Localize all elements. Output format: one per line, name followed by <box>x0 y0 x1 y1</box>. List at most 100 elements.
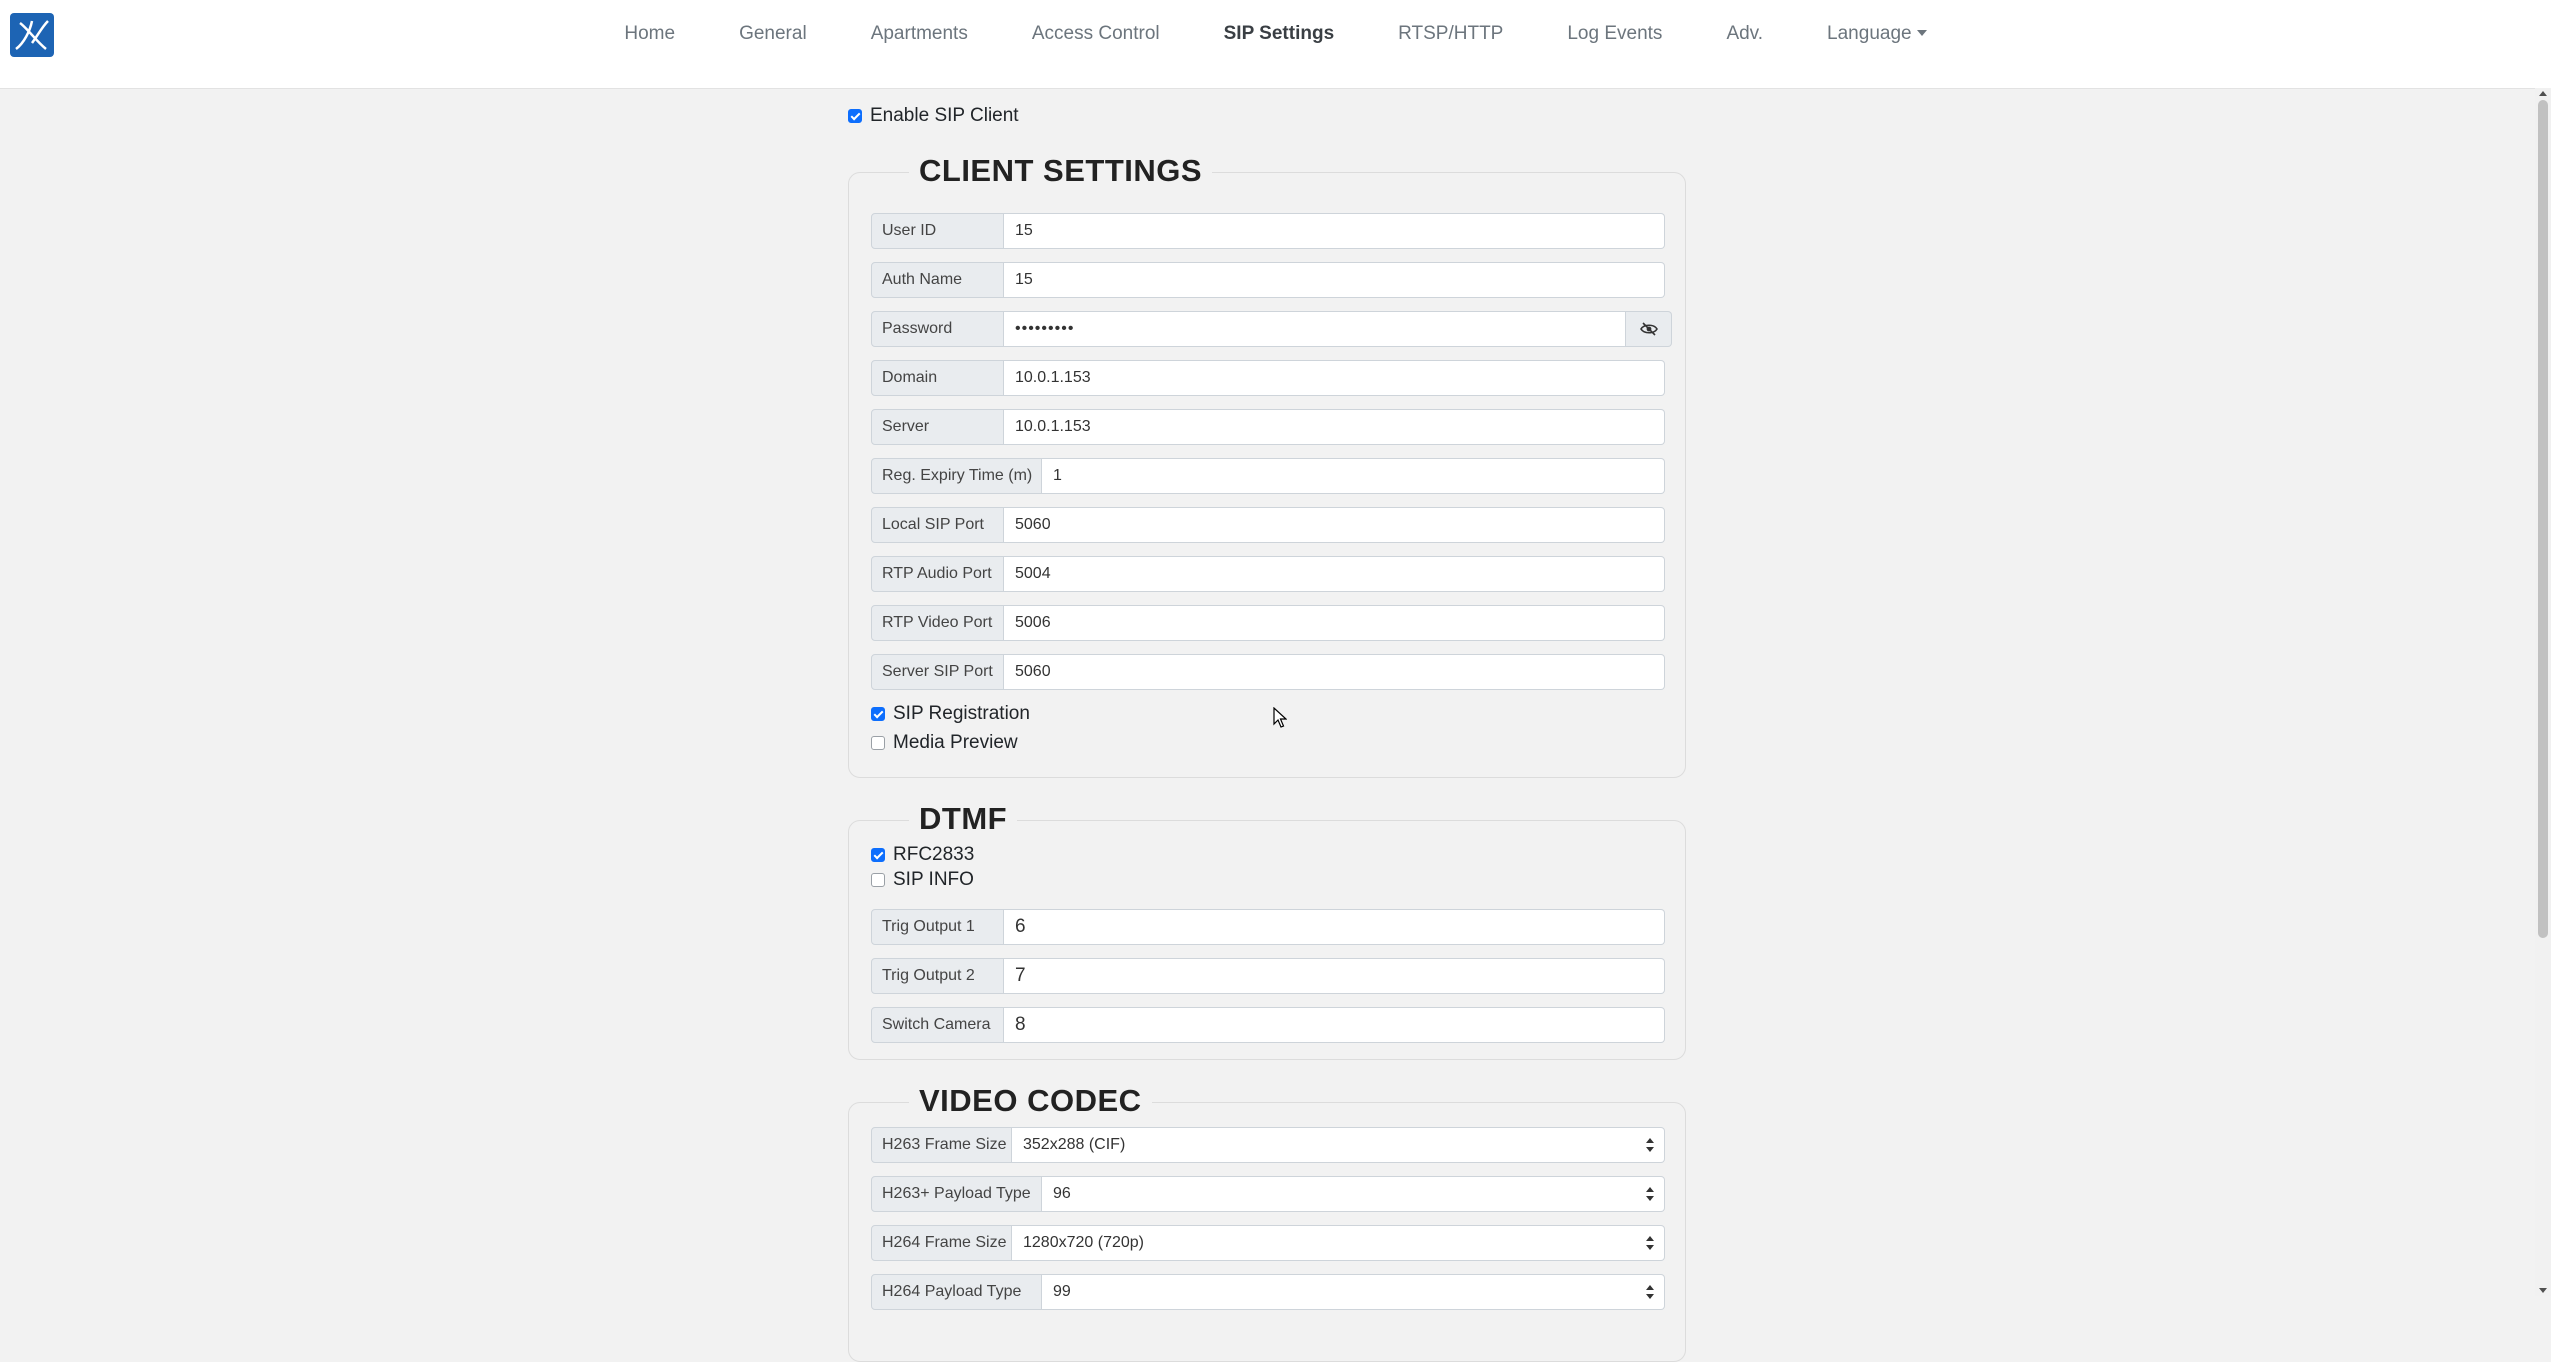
user-id-label: User ID <box>871 213 1004 249</box>
trig-output-2-field: Trig Output 2 7 <box>871 958 1665 994</box>
media-preview-label: Media Preview <box>893 732 1018 753</box>
video-codec-section: VIDEO CODEC H263 Frame Size 352x288 (CIF… <box>848 1083 1686 1362</box>
password-field: Password ••••••••• <box>871 311 1672 347</box>
media-preview-row: Media Preview <box>871 729 1018 757</box>
h263-frame-size-field: H263 Frame Size 352x288 (CIF) <box>871 1127 1665 1163</box>
server-input[interactable]: 10.0.1.153 <box>1004 409 1665 445</box>
rtp-video-port-label: RTP Video Port <box>871 605 1004 641</box>
rfc2833-checkbox[interactable] <box>871 848 885 862</box>
nav-links: Home General Apartments Access Control S… <box>0 0 2551 68</box>
sip-info-row: SIP INFO <box>871 866 974 894</box>
h263plus-payload-type-value: 96 <box>1053 1185 1071 1202</box>
auth-name-field: Auth Name 15 <box>871 262 1665 298</box>
password-label: Password <box>871 311 1004 347</box>
h264-payload-type-label: H264 Payload Type <box>871 1274 1042 1310</box>
rtp-audio-port-input[interactable]: 5004 <box>1004 556 1665 592</box>
dtmf-section: DTMF RFC2833 SIP INFO Trig Output 1 6 Tr… <box>848 801 1686 1060</box>
rtp-video-port-field: RTP Video Port 5006 <box>871 605 1665 641</box>
h264-payload-type-select[interactable]: 99 <box>1042 1274 1665 1310</box>
caret-down-icon <box>1916 30 1927 36</box>
local-sip-port-field: Local SIP Port 5060 <box>871 507 1665 543</box>
server-sip-port-field: Server SIP Port 5060 <box>871 654 1665 690</box>
enable-sip-client-label: Enable SIP Client <box>870 105 1019 126</box>
h264-frame-size-select[interactable]: 1280x720 (720p) <box>1012 1225 1665 1261</box>
page-scrollbar[interactable] <box>2535 88 2551 1296</box>
select-arrows-icon <box>1646 1138 1654 1152</box>
scroll-down-icon[interactable] <box>2539 1288 2547 1293</box>
h264-payload-type-field: H264 Payload Type 99 <box>871 1274 1665 1310</box>
switch-camera-input[interactable]: 8 <box>1004 1007 1665 1043</box>
rtp-audio-port-label: RTP Audio Port <box>871 556 1004 592</box>
select-arrows-icon <box>1646 1236 1654 1250</box>
h264-frame-size-value: 1280x720 (720p) <box>1023 1234 1144 1251</box>
rfc2833-row: RFC2833 <box>871 841 974 869</box>
video-codec-title: VIDEO CODEC <box>909 1083 1152 1119</box>
dtmf-title: DTMF <box>909 801 1018 837</box>
nav-home[interactable]: Home <box>592 23 707 45</box>
switch-camera-field: Switch Camera 8 <box>871 1007 1665 1043</box>
h263-frame-size-value: 352x288 (CIF) <box>1023 1136 1126 1153</box>
media-preview-checkbox[interactable] <box>871 736 885 750</box>
password-toggle-button[interactable] <box>1626 311 1672 347</box>
client-settings-section: CLIENT SETTINGS User ID 15 Auth Name 15 … <box>848 153 1686 778</box>
rtp-video-port-input[interactable]: 5006 <box>1004 605 1665 641</box>
select-arrows-icon <box>1646 1187 1654 1201</box>
local-sip-port-input[interactable]: 5060 <box>1004 507 1665 543</box>
scroll-up-icon[interactable] <box>2539 91 2547 96</box>
top-navbar: Home General Apartments Access Control S… <box>0 0 2551 89</box>
h264-frame-size-field: H264 Frame Size 1280x720 (720p) <box>871 1225 1665 1261</box>
sip-info-label: SIP INFO <box>893 869 974 890</box>
h264-payload-type-value: 99 <box>1053 1283 1071 1300</box>
reg-expiry-label: Reg. Expiry Time (m) <box>871 458 1042 494</box>
domain-input[interactable]: 10.0.1.153 <box>1004 360 1665 396</box>
h263-frame-size-select[interactable]: 352x288 (CIF) <box>1012 1127 1665 1163</box>
reg-expiry-input[interactable]: 1 <box>1042 458 1665 494</box>
switch-camera-label: Switch Camera <box>871 1007 1004 1043</box>
nav-general[interactable]: General <box>707 23 839 45</box>
h263plus-payload-type-label: H263+ Payload Type <box>871 1176 1042 1212</box>
enable-sip-client-checkbox[interactable] <box>848 109 862 123</box>
enable-sip-client-row: Enable SIP Client <box>848 102 1019 130</box>
nav-log-events[interactable]: Log Events <box>1535 23 1694 45</box>
rfc2833-label: RFC2833 <box>893 844 975 865</box>
server-label: Server <box>871 409 1004 445</box>
sip-registration-label: SIP Registration <box>893 703 1030 724</box>
user-id-input[interactable]: 15 <box>1004 213 1665 249</box>
client-settings-title: CLIENT SETTINGS <box>909 153 1213 189</box>
language-dropdown[interactable]: Language <box>1795 23 1959 45</box>
nav-access-control[interactable]: Access Control <box>1000 23 1192 45</box>
server-sip-port-label: Server SIP Port <box>871 654 1004 690</box>
nav-apartments[interactable]: Apartments <box>839 23 1000 45</box>
sip-info-checkbox[interactable] <box>871 873 885 887</box>
nav-sip-settings[interactable]: SIP Settings <box>1192 23 1367 45</box>
auth-name-label: Auth Name <box>871 262 1004 298</box>
rtp-audio-port-field: RTP Audio Port 5004 <box>871 556 1665 592</box>
h263-frame-size-label: H263 Frame Size <box>871 1127 1012 1163</box>
server-field: Server 10.0.1.153 <box>871 409 1665 445</box>
server-sip-port-input[interactable]: 5060 <box>1004 654 1665 690</box>
h263plus-payload-type-select[interactable]: 96 <box>1042 1176 1665 1212</box>
domain-label: Domain <box>871 360 1004 396</box>
trig-output-1-field: Trig Output 1 6 <box>871 909 1665 945</box>
nav-adv[interactable]: Adv. <box>1694 23 1795 45</box>
scrollbar-thumb[interactable] <box>2538 100 2548 938</box>
nav-rtsp-http[interactable]: RTSP/HTTP <box>1366 23 1535 45</box>
trig-output-1-label: Trig Output 1 <box>871 909 1004 945</box>
auth-name-input[interactable]: 15 <box>1004 262 1665 298</box>
trig-output-2-label: Trig Output 2 <box>871 958 1004 994</box>
h264-frame-size-label: H264 Frame Size <box>871 1225 1012 1261</box>
h263plus-payload-type-field: H263+ Payload Type 96 <box>871 1176 1665 1212</box>
reg-expiry-field: Reg. Expiry Time (m) 1 <box>871 458 1665 494</box>
trig-output-2-input[interactable]: 7 <box>1004 958 1665 994</box>
sip-registration-checkbox[interactable] <box>871 707 885 721</box>
select-arrows-icon <box>1646 1285 1654 1299</box>
local-sip-port-label: Local SIP Port <box>871 507 1004 543</box>
mouse-cursor-icon <box>1273 707 1287 728</box>
eye-slash-icon <box>1639 322 1658 336</box>
trig-output-1-input[interactable]: 6 <box>1004 909 1665 945</box>
password-input[interactable]: ••••••••• <box>1004 311 1626 347</box>
sip-registration-row: SIP Registration <box>871 700 1030 728</box>
domain-field: Domain 10.0.1.153 <box>871 360 1665 396</box>
user-id-field: User ID 15 <box>871 213 1665 249</box>
language-label: Language <box>1827 23 1912 44</box>
